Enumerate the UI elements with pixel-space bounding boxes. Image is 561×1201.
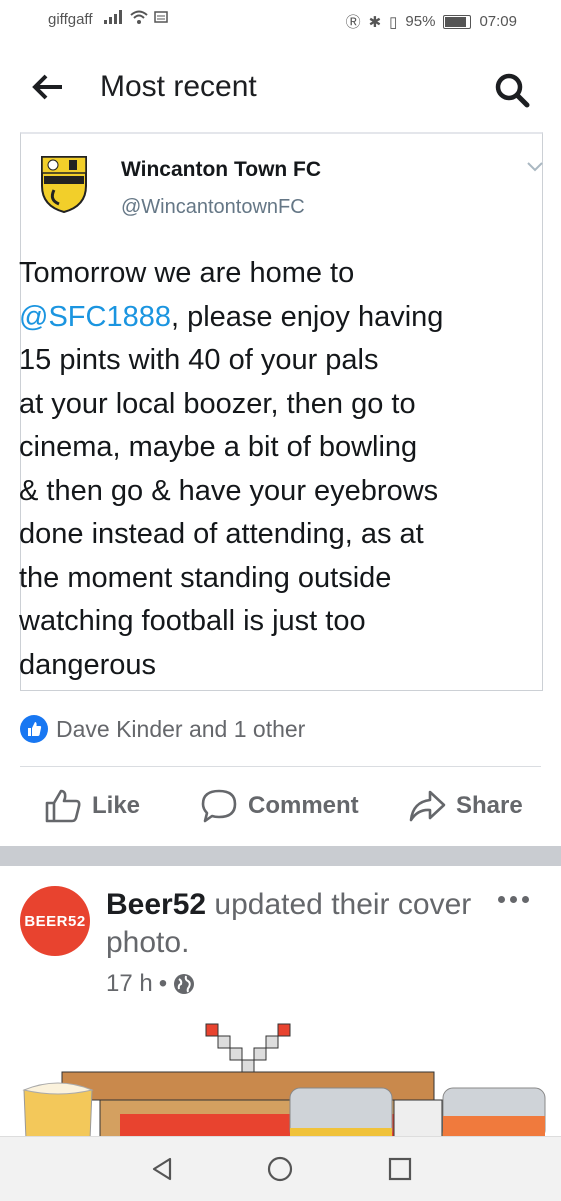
chevron-down-icon[interactable] xyxy=(526,160,544,172)
tweet-mention-link[interactable]: @SFC1888 xyxy=(19,301,171,333)
tweet-text-part: , please enjoy having 15 pints with 40 o… xyxy=(19,300,444,681)
nfc-icon: Ⓡ xyxy=(345,14,361,31)
battery-icon xyxy=(443,14,472,29)
divider xyxy=(20,766,541,767)
post-header: Beer52 updated their cover photo. xyxy=(106,886,486,962)
club-crest-avatar[interactable] xyxy=(39,154,89,214)
battery-percent: 95% xyxy=(405,13,436,30)
signal-icon xyxy=(104,10,122,24)
like-reaction-icon xyxy=(20,715,48,743)
post-author-link[interactable]: Beer52 xyxy=(106,888,206,921)
beer52-avatar[interactable]: BEER52 xyxy=(20,886,90,956)
clock: 07:09 xyxy=(479,13,517,30)
tweet-text: Tomorrow we are home to @SFC1888, please… xyxy=(19,252,529,687)
feed-separator xyxy=(0,846,561,866)
share-label: Share xyxy=(456,792,523,819)
post-time[interactable]: 17 h xyxy=(106,970,153,998)
post-actions: Like Comment Share xyxy=(0,776,561,838)
post-meta: 17 h • xyxy=(106,970,195,998)
meta-dot: • xyxy=(158,970,168,997)
like-label: Like xyxy=(92,792,141,819)
bluetooth-icon: ✱ xyxy=(368,13,382,31)
feed-post: BEER52 Beer52 updated their cover photo.… xyxy=(0,866,561,1140)
app-bar: Most recent xyxy=(0,42,561,132)
vibrate-icon: ▯ xyxy=(389,13,398,31)
share-button[interactable]: Share xyxy=(408,788,523,824)
tweet-author-handle[interactable]: @WincantontownFC xyxy=(121,196,305,219)
cover-photo[interactable] xyxy=(0,1016,561,1140)
comment-button[interactable]: Comment xyxy=(200,788,359,824)
wifi-icon xyxy=(130,10,148,24)
more-options-icon[interactable] xyxy=(498,896,529,903)
message-icon xyxy=(154,11,168,23)
nav-recents-icon[interactable] xyxy=(386,1155,414,1183)
nav-home-icon[interactable] xyxy=(266,1155,294,1183)
comment-icon xyxy=(201,789,237,823)
reactions-summary[interactable]: Dave Kinder and 1 other xyxy=(20,712,305,746)
system-navigation-bar xyxy=(0,1136,561,1201)
status-bar: giffgaff Ⓡ ✱ ▯ 95% 07:09 xyxy=(0,0,561,42)
nav-back-icon[interactable] xyxy=(148,1155,176,1183)
page-title: Most recent xyxy=(100,70,257,103)
status-right: Ⓡ ✱ ▯ 95% 07:09 xyxy=(346,11,517,32)
carrier-name: giffgaff xyxy=(48,11,93,28)
back-arrow-icon[interactable] xyxy=(30,72,66,102)
reactions-text[interactable]: Dave Kinder and 1 other xyxy=(56,716,305,743)
thumbs-up-icon xyxy=(45,789,81,823)
like-button[interactable]: Like xyxy=(44,788,140,824)
tweet-author-name[interactable]: Wincanton Town FC xyxy=(121,158,321,182)
search-icon[interactable] xyxy=(494,72,530,108)
share-arrow-icon xyxy=(409,790,446,822)
tweet-text-part: Tomorrow we are home to xyxy=(19,257,355,289)
comment-label: Comment xyxy=(248,792,359,819)
globe-icon xyxy=(174,974,195,994)
signal-wifi-icons xyxy=(104,10,168,24)
tweet-card[interactable]: Wincanton Town FC @WincantontownFC Tomor… xyxy=(19,132,544,691)
